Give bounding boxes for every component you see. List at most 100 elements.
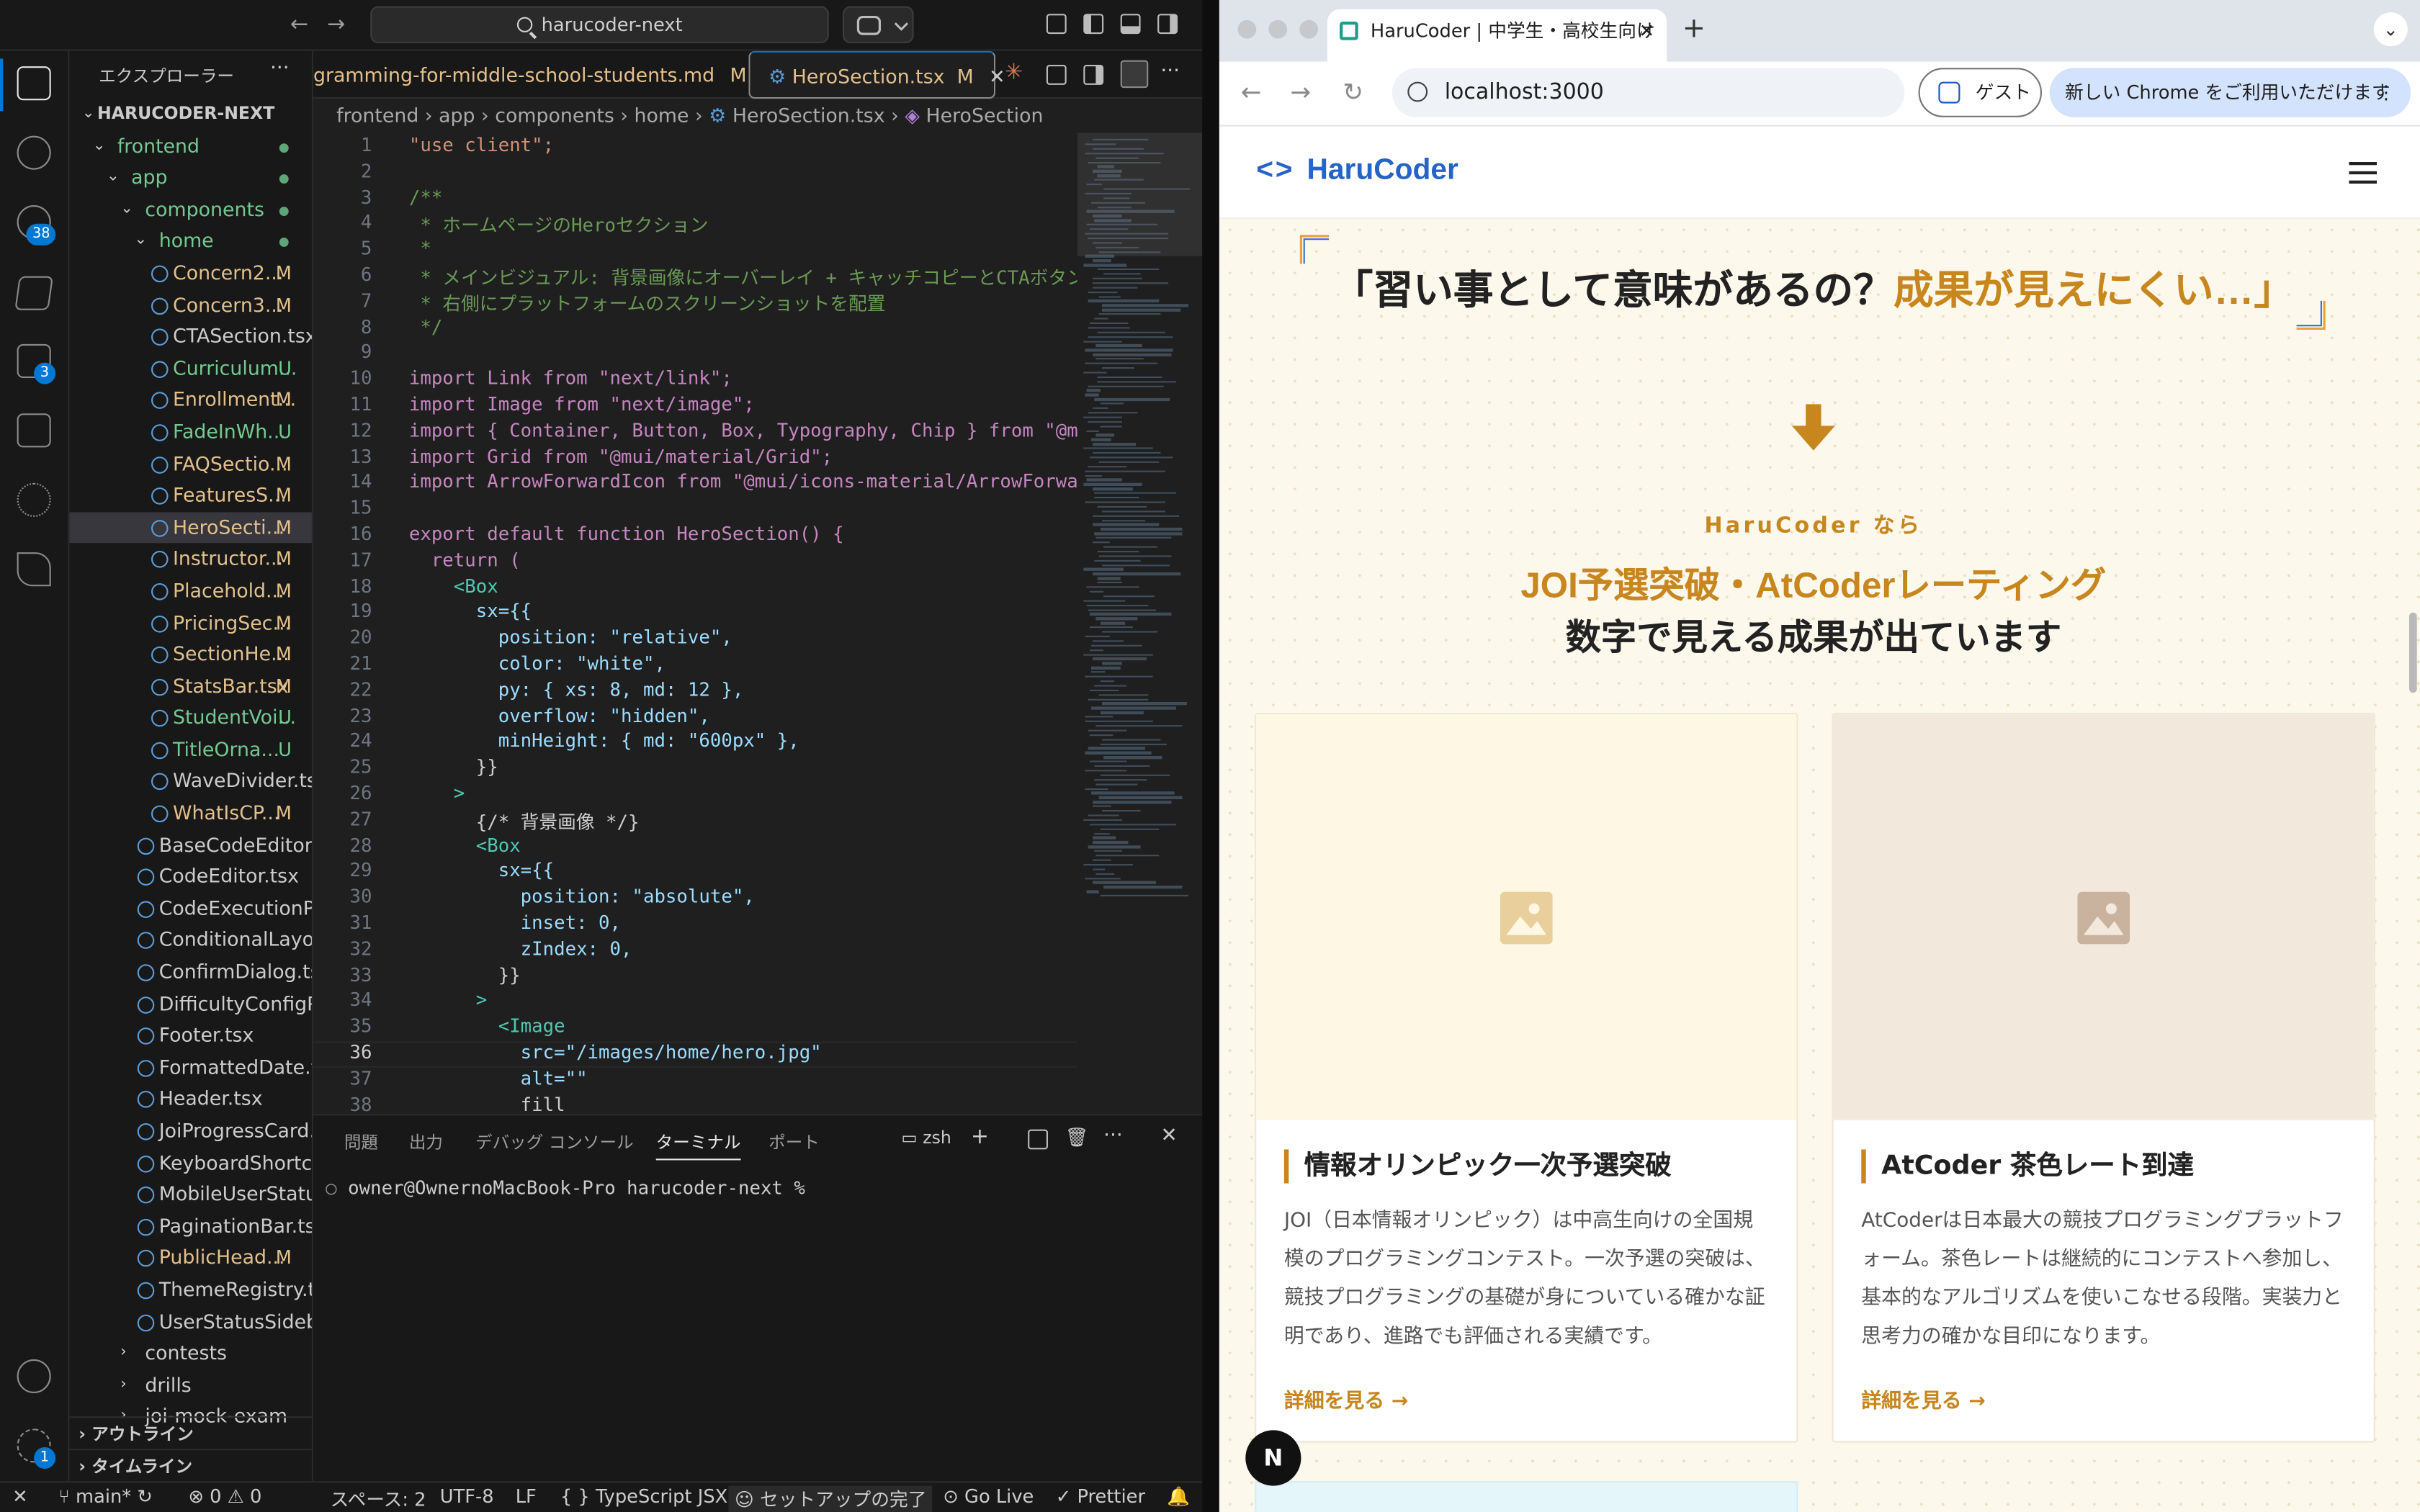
- panel-tab-output[interactable]: 出力: [409, 1130, 443, 1154]
- tree-item[interactable]: Footer.tsx: [69, 1020, 311, 1052]
- terminal-shell-label[interactable]: ▭ zsh: [901, 1128, 951, 1148]
- minimap[interactable]: [1077, 132, 1203, 1115]
- tree-item[interactable]: ⌄ components: [69, 194, 311, 226]
- breadcrumb-item[interactable]: app: [439, 104, 475, 127]
- tree-item[interactable]: PublicHead... M: [69, 1243, 311, 1274]
- more-actions-icon[interactable]: ···: [1160, 60, 1180, 84]
- tree-item[interactable]: KeyboardShortc...: [69, 1147, 312, 1179]
- tree-item[interactable]: PaginationBar.tsx: [69, 1211, 312, 1243]
- breadcrumb-item[interactable]: HeroSection: [926, 104, 1044, 127]
- back-arrow-icon[interactable]: ←: [290, 12, 308, 37]
- card-detail-link[interactable]: 詳細を見る →: [1861, 1384, 1985, 1413]
- command-center-search[interactable]: harucoder-next: [370, 6, 829, 44]
- tree-item[interactable]: MobileUserStatu...: [69, 1179, 312, 1211]
- split-terminal-icon[interactable]: [1028, 1129, 1048, 1150]
- encoding-status[interactable]: UTF-8: [440, 1486, 494, 1508]
- forward-arrow-icon[interactable]: →: [1290, 77, 1311, 107]
- remote-icon[interactable]: ✕: [12, 1486, 28, 1508]
- tree-item[interactable]: Concern3... M: [69, 289, 311, 321]
- tree-item[interactable]: ⌄ app: [69, 162, 311, 194]
- breadcrumb-item[interactable]: HeroSection.tsx: [732, 104, 885, 127]
- breadcrumb-item[interactable]: components: [495, 104, 614, 127]
- tree-item[interactable]: PricingSec... M: [69, 607, 311, 639]
- card-detail-link[interactable]: 詳細を見る →: [1284, 1384, 1408, 1413]
- new-chrome-available-button[interactable]: 新しい Chrome をご利用いただけます ⋮: [2049, 68, 2411, 117]
- explorer-icon[interactable]: [17, 66, 51, 101]
- breadcrumb-item[interactable]: home: [635, 104, 689, 127]
- tab-search-chevron-icon[interactable]: ⌄: [2373, 12, 2408, 47]
- tree-item[interactable]: Instructor... M: [69, 544, 311, 575]
- tree-item[interactable]: ⌄ frontend: [69, 130, 311, 162]
- new-tab-icon[interactable]: +: [1682, 12, 1706, 45]
- tree-item[interactable]: FeaturesS... M: [69, 480, 311, 512]
- tree-item[interactable]: WaveDivider.tsx: [69, 766, 312, 798]
- tree-item[interactable]: StudentVoi... U: [69, 703, 311, 734]
- tree-item[interactable]: JoiProgressCard....: [69, 1115, 312, 1147]
- kebab-menu-icon[interactable]: ⋮: [2377, 68, 2396, 117]
- indentation-status[interactable]: スペース: 2: [331, 1486, 426, 1512]
- tree-item[interactable]: Concern2... M: [69, 258, 311, 289]
- more-actions-icon[interactable]: ···: [1103, 1125, 1123, 1148]
- site-logo[interactable]: < > HaruCoder: [1256, 154, 1458, 188]
- close-panel-icon[interactable]: ✕: [1160, 1125, 1177, 1148]
- tree-item[interactable]: TitleOrna... U: [69, 734, 311, 766]
- trash-icon[interactable]: 🗑: [1065, 1126, 1089, 1148]
- claude-code-icon[interactable]: ✳: [1005, 60, 1023, 85]
- root-folder-row[interactable]: ⌄ HARUCODER-NEXT: [69, 99, 311, 130]
- code-editor[interactable]: 1 "use client"; 2 3/** 4 * ホームページのHeroセクション 5…: [313, 132, 1077, 1114]
- panel-tab-ports[interactable]: ポート: [768, 1130, 820, 1154]
- back-arrow-icon[interactable]: ←: [1241, 77, 1262, 107]
- breadcrumb-item[interactable]: frontend: [336, 104, 418, 127]
- more-actions-icon[interactable]: ···: [270, 57, 290, 80]
- toggle-primary-sidebar-icon[interactable]: [1083, 14, 1104, 35]
- account-icon[interactable]: [17, 1359, 51, 1393]
- tab-herosection[interactable]: ⚙ HeroSection.tsx M ✕: [748, 50, 1005, 99]
- nextjs-dev-badge[interactable]: N: [1245, 1430, 1301, 1486]
- claude-icon[interactable]: [17, 482, 51, 517]
- tree-item[interactable]: FAQSectio... M: [69, 449, 311, 480]
- run-debug-icon[interactable]: [14, 276, 54, 310]
- search-icon[interactable]: [17, 135, 51, 170]
- minimize-window-button[interactable]: [1268, 19, 1288, 39]
- minimap-slider[interactable]: [1077, 132, 1203, 256]
- tree-item[interactable]: StatsBar.tsx M: [69, 670, 311, 702]
- forward-arrow-icon[interactable]: →: [327, 12, 345, 37]
- tree-item[interactable]: Curriculum... U: [69, 353, 311, 384]
- new-terminal-icon[interactable]: +: [971, 1125, 989, 1149]
- close-tab-icon[interactable]: ✕: [1639, 9, 1655, 53]
- split-editor-icon[interactable]: [1083, 65, 1104, 85]
- prettier-status[interactable]: ✓ Prettier: [1056, 1486, 1145, 1508]
- achievement-card-atcoder[interactable]: AtCoder 茶色レート到達 AtCoderは日本最大の競技プログラミングプラ…: [1832, 712, 2375, 1443]
- panel-tab-problems[interactable]: 問題: [344, 1130, 378, 1154]
- page-scrollbar[interactable]: [2409, 612, 2417, 693]
- setup-status[interactable]: ☺ セットアップの完了: [728, 1485, 933, 1512]
- terminal-output[interactable]: ○ owner@OwnernoMacBook-Pro harucoder-nex…: [326, 1177, 805, 1199]
- site-info-icon[interactable]: [1407, 81, 1428, 102]
- tree-item[interactable]: Enrollment... M: [69, 384, 311, 416]
- tree-item[interactable]: CodeExecutionP...: [69, 893, 312, 924]
- problems-status[interactable]: ⊗ 0 ⚠ 0: [188, 1486, 261, 1508]
- tree-item[interactable]: FormattedDate.tsx: [69, 1052, 312, 1084]
- tree-item[interactable]: Header.tsx: [69, 1084, 311, 1115]
- testing-icon[interactable]: [17, 552, 51, 587]
- tree-item[interactable]: HeroSecti... M: [69, 511, 312, 544]
- address-bar[interactable]: localhost:3000: [1392, 68, 1905, 117]
- tree-item[interactable]: BaseCodeEditor....: [69, 829, 312, 861]
- toggle-panel-icon[interactable]: [1120, 14, 1141, 35]
- tree-item[interactable]: DifficultyConfigP...: [69, 989, 312, 1020]
- tab-markdown[interactable]: gramming-for-middle-school-students.md M: [313, 51, 747, 99]
- panel-tab-debug-console[interactable]: デバッグ コンソール: [475, 1130, 634, 1154]
- hamburger-menu-icon[interactable]: [2349, 162, 2377, 184]
- tree-item[interactable]: › contests: [69, 1338, 311, 1369]
- tree-item[interactable]: CTASection.tsx: [69, 321, 312, 353]
- browser-tab[interactable]: HaruCoder | 中学生・高校生向け ✕: [1327, 9, 1667, 62]
- tree-item[interactable]: ConfirmDialog.tsx: [69, 957, 312, 989]
- branch-status[interactable]: ⑂ main* ↻: [58, 1486, 152, 1508]
- eol-status[interactable]: LF: [516, 1486, 537, 1508]
- remote-explorer-icon[interactable]: [17, 413, 51, 448]
- tree-item[interactable]: UserStatusSideb...: [69, 1306, 312, 1338]
- outline-section[interactable]: › アウトライン: [69, 1416, 312, 1449]
- tree-item[interactable]: FadeInWh... U: [69, 416, 311, 448]
- go-live-status[interactable]: ⊙ Go Live: [943, 1486, 1034, 1508]
- maximize-window-button[interactable]: [1299, 19, 1318, 39]
